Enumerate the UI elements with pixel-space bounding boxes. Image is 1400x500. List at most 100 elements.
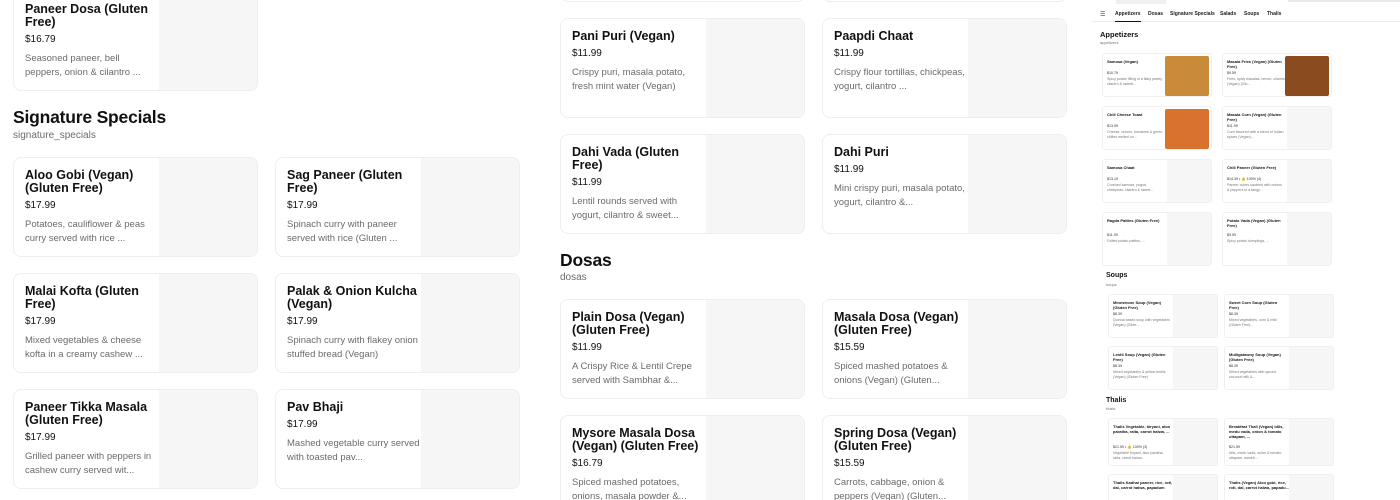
item-description: Corn flavored with a blend of Indian spi… [1227, 130, 1284, 139]
item-price: $11.99 [1227, 124, 1238, 128]
preview-card-minestrone[interactable]: Minestrone Soup (Vegan) (Gluten Free) $8… [1108, 294, 1218, 338]
tab-soups[interactable]: Soups [1244, 11, 1259, 17]
item-description: Seasoned paneer, bell peppers, onion & c… [25, 53, 141, 78]
item-image-placeholder [968, 19, 1066, 117]
item-name: Sweet Corn Soup (Gluten Free) [1229, 300, 1278, 310]
item-image-placeholder [159, 390, 257, 488]
menu-card-paapdi-chaat[interactable]: Paapdi Chaat $11.99 Crispy flour tortill… [822, 18, 1067, 118]
item-price: $10.79 [1107, 71, 1118, 75]
preview-card-ragda-patties[interactable]: Ragda Patties (Gluten Free) $11.99 Grill… [1102, 212, 1212, 266]
menu-card-paneer-dosa[interactable]: Paneer Dosa (Gluten Free) $16.79 Seasone… [13, 0, 258, 91]
menu-card-partial-top-4[interactable] [822, 0, 1067, 2]
menu-card-malai-kofta[interactable]: Malai Kofta (Gluten Free) $17.99 Mixed v… [13, 273, 258, 373]
item-image-placeholder [421, 390, 519, 488]
preview-section-title-thalis: Thalis [1106, 397, 1127, 404]
preview-section-subtitle-appetizers: appetizers [1100, 40, 1119, 45]
item-image-placeholder [1289, 419, 1333, 465]
menu-card-dahi-puri[interactable]: Dahi Puri $11.99 Mini crispy puri, masal… [822, 134, 1067, 234]
item-image-placeholder [159, 0, 257, 90]
item-name: Samosa Chaat [1107, 165, 1135, 170]
preview-card-breakfast-thali[interactable]: Breakfast Thali (Vegan) Idlis, medu vada… [1224, 418, 1334, 466]
item-image-placeholder [1287, 107, 1331, 149]
tab-signature-specials[interactable]: Signature Specials [1170, 11, 1215, 17]
item-price: $13.99 [1107, 124, 1118, 128]
item-description: Mixed vegetables & cheese kofta in a cre… [25, 335, 143, 360]
item-price: $13.19 [1107, 177, 1118, 181]
item-name: Samosa (Vegan) [1107, 59, 1138, 64]
item-photo [1165, 109, 1209, 149]
item-name: Paneer Dosa (Gluten Free) [25, 2, 148, 29]
item-description: Mixed vegetables, corn & milk (Gluten Fr… [1229, 318, 1277, 327]
preview-card-chili-cheese-toast[interactable]: Chili Cheese Toast $13.99 Cheese, onions… [1102, 106, 1212, 150]
item-name: Spring Dosa (Vegan) (Gluten Free) [834, 426, 957, 453]
item-image-placeholder [706, 416, 804, 500]
menu-card-paneer-tikka[interactable]: Paneer Tikka Masala (Gluten Free) $17.99… [13, 389, 258, 489]
preview-card-samosa[interactable]: Samosa (Vegan) $10.79 Spicy potato filli… [1102, 53, 1212, 97]
menu-card-spring-dosa[interactable]: Spring Dosa (Vegan) (Gluten Free) $15.59… [822, 415, 1067, 500]
item-image-placeholder [1167, 160, 1211, 202]
menu-card-partial-top-3[interactable] [560, 0, 805, 2]
item-description: Potatoes, cauliflower & peas curry serve… [25, 219, 145, 244]
item-price: $14.39 • 👍 100% (4) [1227, 177, 1262, 181]
menu-card-pani-puri[interactable]: Pani Puri (Vegan) $11.99 Crispy puri, ma… [560, 18, 805, 118]
preview-card-mulligatawny[interactable]: Mulligatawny Soup (Vegan) (Gluten Free) … [1224, 346, 1334, 390]
item-description: Spinach curry with paneer served with ri… [287, 219, 398, 244]
preview-card-chili-paneer[interactable]: Chili Paneer (Gluten Free) $14.39 • 👍 10… [1222, 159, 1332, 203]
item-name: Chili Cheese Toast [1107, 112, 1143, 117]
list-menu-icon[interactable]: ☰ [1100, 11, 1105, 18]
menu-card-pav-bhaji[interactable]: Pav Bhaji $17.99 Mashed vegetable curry … [275, 389, 520, 489]
item-price: $16.79 [25, 34, 56, 45]
item-image-placeholder [706, 19, 804, 117]
item-price: $9.59 [1227, 233, 1236, 237]
menu-card-palak-kulcha[interactable]: Palak & Onion Kulcha (Vegan) $17.99 Spin… [275, 273, 520, 373]
preview-card-aloo-thali[interactable]: Thalis (Vegan) Aloo gobi, rice, roti, da… [1224, 474, 1334, 500]
preview-topbar [1092, 0, 1400, 4]
item-image-placeholder [1287, 160, 1331, 202]
item-image-placeholder [1289, 347, 1333, 389]
item-description: Grilled potato patties, ... [1107, 239, 1145, 243]
menu-card-sag-paneer[interactable]: Sag Paneer (Gluten Free) $17.99 Spinach … [275, 157, 520, 257]
preview-card-masala-fries[interactable]: Masala Fries (Vegan) (Gluten Free) $9.59… [1222, 53, 1332, 97]
tab-salads[interactable]: Salads [1220, 11, 1236, 17]
item-description: Lentil rounds served with yogurt, cilant… [572, 196, 679, 221]
preview-card-thali-vegetable[interactable]: Thalis Vegetable, biryani, aloo paratha,… [1108, 418, 1218, 466]
tab-appetizers[interactable]: Appetizers [1115, 11, 1141, 22]
item-name: Ragda Patties (Gluten Free) [1107, 218, 1160, 223]
item-description: Mashed vegetable curry served with toast… [287, 438, 420, 463]
item-image-placeholder [968, 135, 1066, 233]
preview-card-potato-vada[interactable]: Potato Vada (Vegan) (Gluten Free) $9.59 … [1222, 212, 1332, 266]
preview-card-lentil-soup[interactable]: Lentil Soup (Vegan) (Gluten Free) $8.39 … [1108, 346, 1218, 390]
item-image-placeholder [706, 135, 804, 233]
item-price: $11.99 [834, 164, 864, 175]
item-image-placeholder [159, 274, 257, 372]
preview-card-kadhai-thali[interactable]: Thalis Kadhai paneer, rice, roti, dal, c… [1108, 474, 1218, 500]
menu-card-aloo-gobi[interactable]: Aloo Gobi (Vegan) (Gluten Free) $17.99 P… [13, 157, 258, 257]
preview-card-samosa-chaat[interactable]: Samosa Chaat $13.19 Crushed samosa, yogu… [1102, 159, 1212, 203]
item-name: Thalis (Vegan) Aloo gobi, rice, roti, da… [1229, 480, 1290, 490]
item-description: Fries, spicy masalas, lemon, cilantro (V… [1227, 77, 1285, 86]
item-price: $21.59 • 👍 100% (3) [1113, 445, 1148, 449]
item-image-placeholder [706, 300, 804, 398]
item-price: $21.59 [1229, 445, 1240, 449]
preview-card-masala-corn[interactable]: Masala Corn (Vegan) (Gluten Free) $11.99… [1222, 106, 1332, 150]
preview-section-subtitle-thalis: thalis [1106, 406, 1116, 411]
item-description: Vegetable biryani, aloo paratha, raita, … [1113, 451, 1164, 460]
item-name: Palak & Onion Kulcha (Vegan) [287, 284, 417, 311]
item-name: Malai Kofta (Gluten Free) [25, 284, 139, 311]
preview-category-tabs: ☰ Appetizers Dosas Signature Specials Sa… [1092, 6, 1400, 22]
item-price: $17.99 [25, 316, 56, 327]
section-subtitle-dosas: dosas [560, 272, 587, 283]
item-name: Aloo Gobi (Vegan) (Gluten Free) [25, 168, 134, 195]
preview-card-sweet-corn[interactable]: Sweet Corn Soup (Gluten Free) $8.39 Mixe… [1224, 294, 1334, 338]
item-name: Masala Corn (Vegan) (Gluten Free) [1227, 112, 1282, 122]
item-image-placeholder [1173, 419, 1217, 465]
item-description: Carrots, cabbage, onion & peppers (Vegan… [834, 477, 946, 500]
tab-thalis[interactable]: Thalis [1267, 11, 1281, 17]
menu-card-mysore-dosa[interactable]: Mysore Masala Dosa (Vegan) (Gluten Free)… [560, 415, 805, 500]
item-price: $15.59 [834, 458, 865, 469]
menu-card-masala-dosa[interactable]: Masala Dosa (Vegan) (Gluten Free) $15.59… [822, 299, 1067, 399]
tab-dosas[interactable]: Dosas [1148, 11, 1163, 17]
menu-card-dahi-vada[interactable]: Dahi Vada (Gluten Free) $11.99 Lentil ro… [560, 134, 805, 234]
menu-card-plain-dosa[interactable]: Plain Dosa (Vegan) (Gluten Free) $11.99 … [560, 299, 805, 399]
item-price: $16.79 [572, 458, 603, 469]
